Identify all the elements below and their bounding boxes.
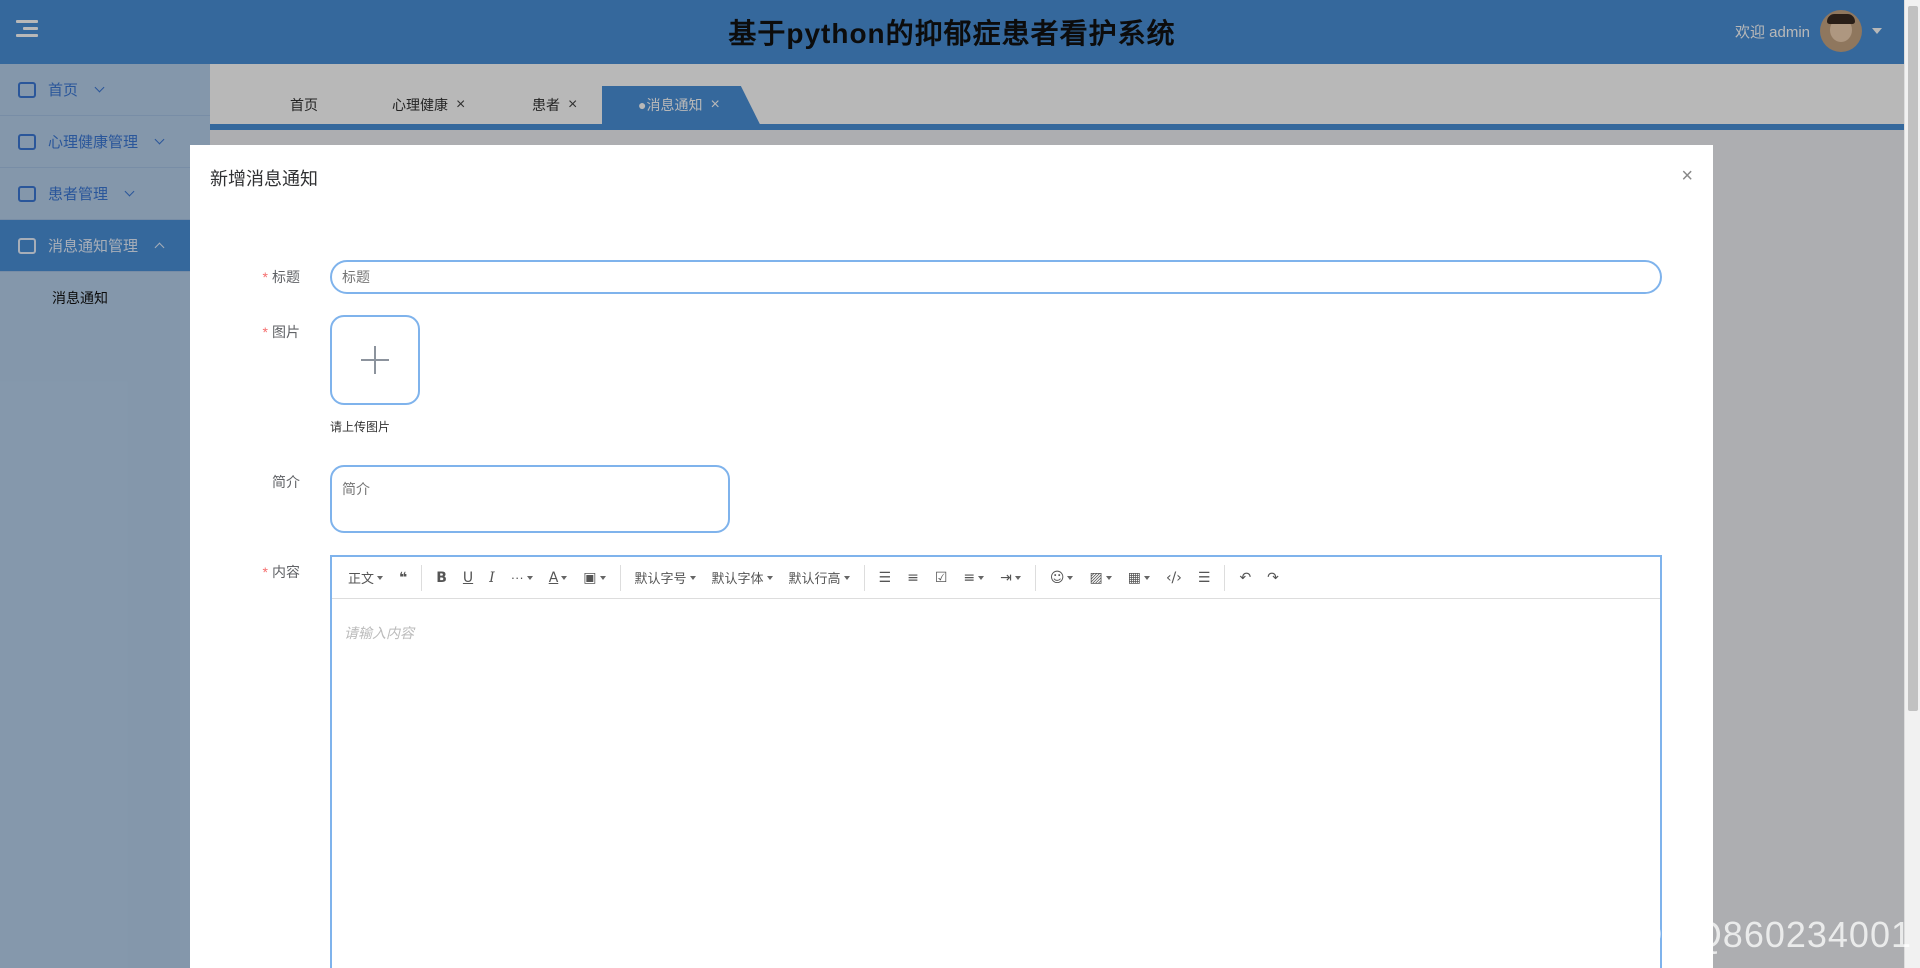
font-color-icon: A <box>548 569 559 586</box>
image-icon: ▨ <box>1089 569 1103 586</box>
label-text: 标题 <box>272 269 300 285</box>
redo-button[interactable]: ↷ <box>1259 564 1287 592</box>
image-label: * 图片 <box>190 322 300 342</box>
intro-textarea[interactable] <box>330 465 730 533</box>
required-mark: * <box>262 324 268 340</box>
code-button[interactable]: ‹/› <box>1158 564 1190 592</box>
divider-icon: ☰ <box>1197 569 1211 586</box>
dropdown-label: 默认字号 <box>634 571 687 586</box>
redo-icon: ↷ <box>1267 569 1279 586</box>
watermark: CSDN @QQ860234001 <box>1510 914 1912 955</box>
close-icon[interactable]: × <box>1681 165 1693 188</box>
underline-icon: U <box>462 569 474 586</box>
indent-icon: ⇥ <box>1000 569 1012 586</box>
plus-icon <box>361 346 389 374</box>
bullet-list-icon: ☰ <box>878 569 892 586</box>
quote-button[interactable]: ❝ <box>391 564 415 592</box>
scrollbar-thumb[interactable] <box>1908 6 1918 711</box>
font-color-dropdown[interactable]: A <box>541 564 576 592</box>
rich-text-editor: 正文 ❝ B U I ··· A ▣ 默认字号 默认字体 默认行高 ☰ ≡ ☑ … <box>330 555 1662 968</box>
content-label: * 内容 <box>190 562 300 582</box>
line-height-dropdown[interactable]: 默认行高 <box>781 564 858 592</box>
image-upload-button[interactable] <box>330 315 420 405</box>
label-text: 简介 <box>272 474 300 490</box>
image-dropdown[interactable]: ▨ <box>1081 564 1119 592</box>
todo-button[interactable]: ☑ <box>927 564 956 592</box>
align-dropdown[interactable]: ≡ <box>955 564 992 592</box>
label-text: 图片 <box>272 324 300 340</box>
table-dropdown[interactable]: ▦ <box>1120 564 1158 592</box>
bold-button[interactable]: B <box>428 564 455 592</box>
emoji-dropdown[interactable]: ☺ <box>1042 564 1082 592</box>
table-icon: ▦ <box>1127 569 1141 586</box>
checkbox-icon: ☑ <box>934 569 948 586</box>
background-color-icon: ▣ <box>583 569 597 586</box>
paragraph-format-dropdown[interactable]: 正文 <box>340 564 391 592</box>
code-icon: ‹/› <box>1165 569 1182 586</box>
dropdown-label: 默认字体 <box>711 571 764 586</box>
undo-button[interactable]: ↶ <box>1231 564 1259 592</box>
dropdown-label: 默认行高 <box>788 571 841 586</box>
numbered-list-button[interactable]: ≡ <box>899 564 927 592</box>
title-label: * 标题 <box>190 267 300 287</box>
more-format-dropdown[interactable]: ··· <box>503 564 541 592</box>
divider-button[interactable]: ☰ <box>1190 564 1219 592</box>
quote-icon: ❝ <box>399 569 408 586</box>
label-text: 内容 <box>272 564 300 580</box>
editor-toolbar: 正文 ❝ B U I ··· A ▣ 默认字号 默认字体 默认行高 ☰ ≡ ☑ … <box>332 557 1660 599</box>
dialog-title: 新增消息通知 <box>210 169 318 189</box>
numbered-list-icon: ≡ <box>907 569 919 586</box>
required-mark: * <box>262 269 268 285</box>
emoji-icon: ☺ <box>1049 569 1065 586</box>
intro-label: 简介 <box>190 472 300 492</box>
required-mark: * <box>262 564 268 580</box>
dropdown-label: 正文 <box>348 571 375 586</box>
italic-button[interactable]: I <box>481 564 503 592</box>
bold-icon: B <box>436 569 447 586</box>
dropdown-label: ··· <box>510 570 524 585</box>
font-family-dropdown[interactable]: 默认字体 <box>704 564 781 592</box>
undo-icon: ↶ <box>1239 569 1252 586</box>
align-icon: ≡ <box>963 569 976 586</box>
font-size-dropdown[interactable]: 默认字号 <box>627 564 704 592</box>
add-notification-dialog: 新增消息通知 × *标题 *图片 请上传图片 简介 *内容 正文 ❝ B U I… <box>190 145 1713 968</box>
underline-button[interactable]: U <box>455 564 481 592</box>
background-color-dropdown[interactable]: ▣ <box>575 564 613 592</box>
page-scrollbar[interactable] <box>1904 0 1920 968</box>
upload-tip: 请上传图片 <box>330 420 391 434</box>
indent-dropdown[interactable]: ⇥ <box>992 564 1029 592</box>
title-input[interactable] <box>330 260 1662 294</box>
bullet-list-button[interactable]: ☰ <box>871 564 900 592</box>
editor-placeholder[interactable]: 请输入内容 <box>344 623 414 643</box>
italic-icon: I <box>489 569 495 586</box>
